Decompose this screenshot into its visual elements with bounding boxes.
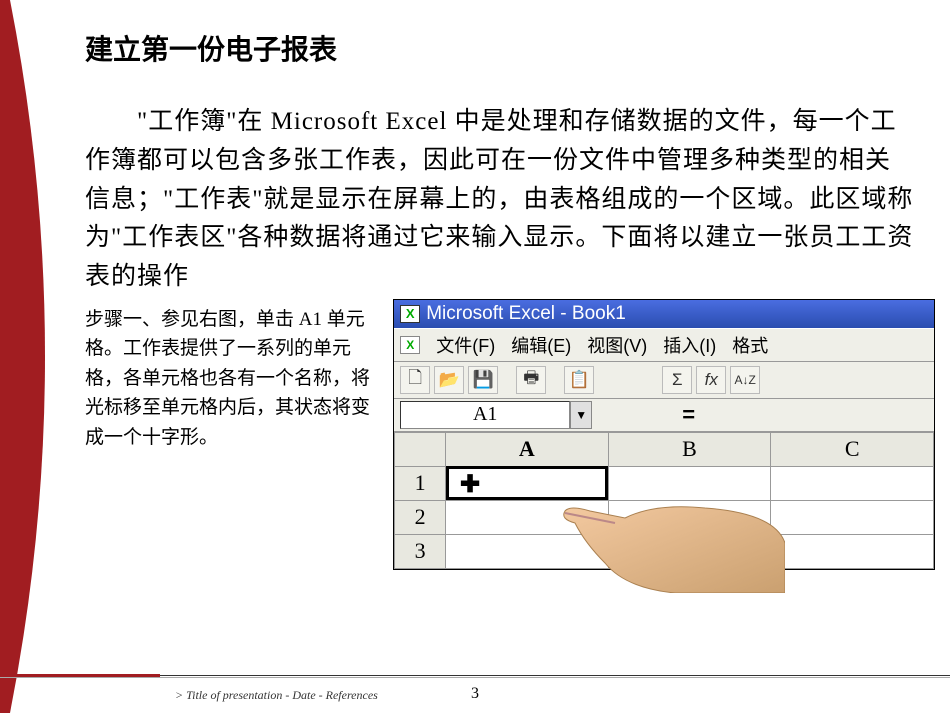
cell-A2[interactable] <box>446 500 609 534</box>
cell-C1[interactable] <box>771 466 934 500</box>
menu-view[interactable]: 视图(V) <box>587 332 647 358</box>
window-title-text: Microsoft Excel - Book1 <box>426 303 626 325</box>
cell-A1[interactable]: ✚ <box>446 466 609 500</box>
toolbar: 🗋 📂 💾 🖶 📋 Σ fx A↓Z <box>394 362 934 399</box>
spreadsheet-grid: A B C 1 ✚ 2 <box>394 432 934 569</box>
row-header-3[interactable]: 3 <box>395 534 446 568</box>
name-box[interactable]: A1 <box>400 401 570 429</box>
save-icon[interactable]: 💾 <box>468 366 498 394</box>
cell-C3[interactable] <box>771 534 934 568</box>
sidebar-red-curve <box>10 0 95 713</box>
main-paragraph: "工作簿"在 Microsoft Excel 中是处理和存储数据的文件，每一个工… <box>85 103 935 297</box>
footer-rule-light <box>0 677 950 678</box>
sort-icon[interactable]: A↓Z <box>730 366 760 394</box>
print-icon[interactable]: 🖶 <box>516 366 546 394</box>
formula-equals: = <box>682 402 695 428</box>
cross-cursor-icon: ✚ <box>460 470 480 499</box>
excel-doc-icon: X <box>400 336 420 354</box>
col-header-C[interactable]: C <box>771 432 934 466</box>
col-header-B[interactable]: B <box>608 432 771 466</box>
fx-icon[interactable]: fx <box>696 366 726 394</box>
cell-C2[interactable] <box>771 500 934 534</box>
name-box-dropdown[interactable]: ▼ <box>570 401 592 429</box>
select-all-corner[interactable] <box>395 432 446 466</box>
name-box-row: A1 ▼ = <box>394 399 934 432</box>
excel-app-icon: X <box>400 305 420 323</box>
slide-title: 建立第一份电子报表 <box>85 28 935 68</box>
cell-B2[interactable] <box>608 500 771 534</box>
step-one-text: 步骤一、参见右图，单击 A1 单元格。工作表提供了一系列的单元格，各单元格也各有… <box>85 299 383 570</box>
menu-bar: X 文件(F) 编辑(E) 视图(V) 插入(I) 格式 <box>394 328 934 362</box>
menu-edit[interactable]: 编辑(E) <box>511 332 571 358</box>
new-icon[interactable]: 🗋 <box>400 366 430 394</box>
row-header-1[interactable]: 1 <box>395 466 446 500</box>
cell-B1[interactable] <box>608 466 771 500</box>
cell-B3[interactable] <box>608 534 771 568</box>
excel-screenshot: X Microsoft Excel - Book1 X 文件(F) 编辑(E) … <box>393 299 935 570</box>
menu-file[interactable]: 文件(F) <box>436 332 495 358</box>
window-title-bar: X Microsoft Excel - Book1 <box>394 300 934 328</box>
menu-insert[interactable]: 插入(I) <box>663 332 716 358</box>
footer-red-accent <box>0 674 160 677</box>
col-header-A[interactable]: A <box>446 432 609 466</box>
paste-icon[interactable]: 📋 <box>564 366 594 394</box>
sidebar-red-bar <box>0 0 10 713</box>
row-header-2[interactable]: 2 <box>395 500 446 534</box>
menu-format[interactable]: 格式 <box>732 332 768 358</box>
page-number: 3 <box>0 685 950 703</box>
autosum-icon[interactable]: Σ <box>662 366 692 394</box>
open-icon[interactable]: 📂 <box>434 366 464 394</box>
cell-A3[interactable] <box>446 534 609 568</box>
